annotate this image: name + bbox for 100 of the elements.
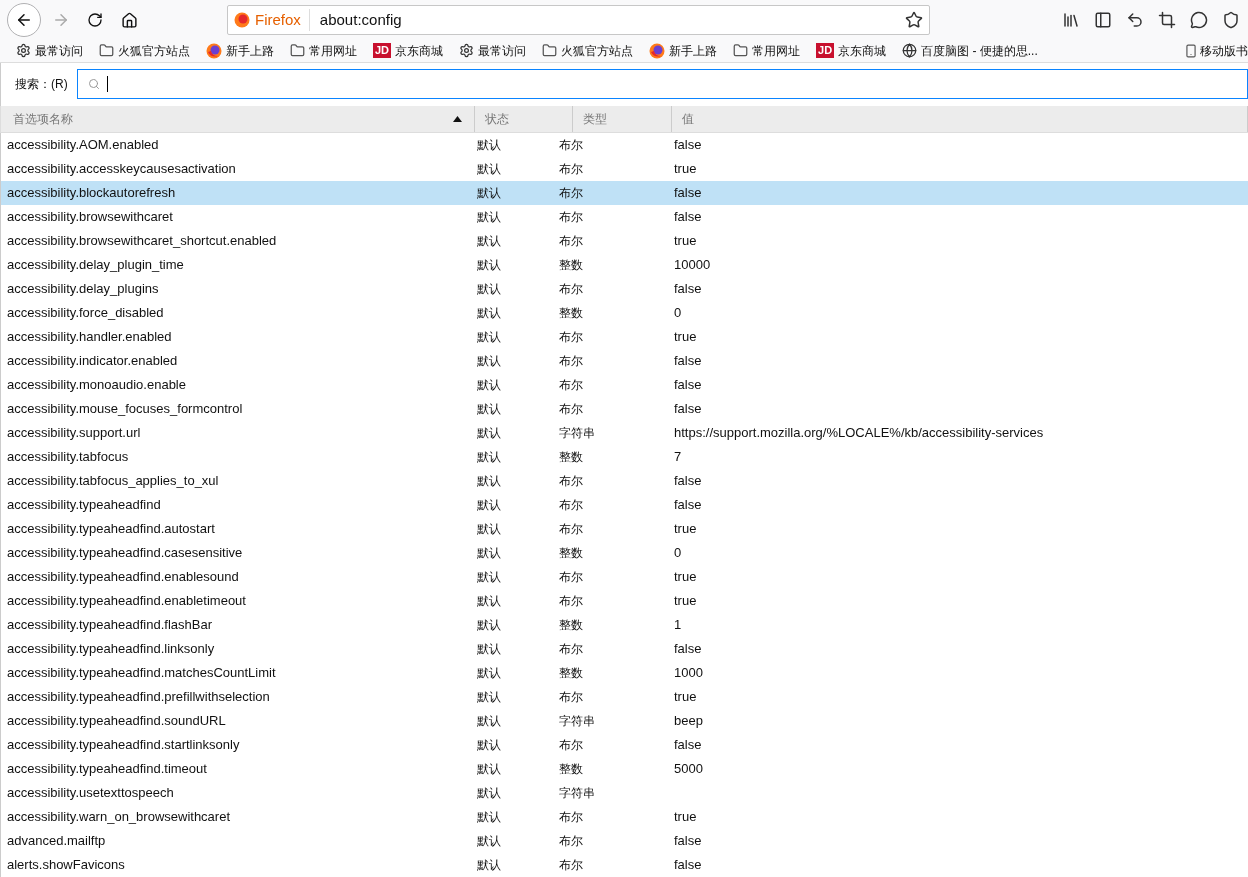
bookmark-item[interactable]: 常用网址 — [309, 41, 357, 60]
type-cell: 布尔 — [559, 474, 583, 488]
type-cell: 布尔 — [559, 354, 583, 368]
address-bar[interactable]: Firefox about:config — [227, 5, 930, 36]
back-button[interactable] — [7, 3, 41, 38]
value-cell: 1000 — [674, 665, 703, 681]
bookmark-item[interactable]: 最常访问 — [478, 41, 527, 60]
preference-name: accessibility.typeaheadfind.prefillwithselection — [7, 689, 270, 705]
status-cell: 默认 — [477, 666, 501, 680]
column-header[interactable]: 状态 — [475, 105, 573, 132]
preference-name: accessibility.typeaheadfind.linksonly — [7, 641, 215, 657]
bookmark-star-icon[interactable] — [905, 11, 923, 30]
value-cell: 1 — [674, 617, 682, 633]
home-icon — [120, 11, 138, 29]
type-cell: 整数 — [559, 306, 583, 320]
value-cell: true — [674, 329, 697, 345]
value-cell: true — [674, 593, 697, 609]
type-cell: 布尔 — [559, 282, 583, 296]
search-icon — [87, 78, 100, 91]
column-header[interactable]: 类型 — [573, 105, 672, 132]
status-cell: 默认 — [477, 330, 501, 344]
preference-name: accessibility.accesskeycausesactivation — [7, 161, 236, 177]
value-cell: 10000 — [674, 257, 711, 273]
bookmark-item[interactable]: 新手上路 — [226, 41, 274, 60]
bookmark-item[interactable]: 火狐官方站点 — [561, 41, 634, 60]
status-cell: 默认 — [477, 210, 501, 224]
value-cell: false — [674, 137, 702, 153]
status-cell: 默认 — [477, 834, 501, 848]
preference-name: accessibility.typeaheadfind.enabletimeout — [7, 593, 246, 609]
status-cell: 默认 — [477, 402, 501, 416]
status-cell: 默认 — [477, 138, 501, 152]
type-cell: 布尔 — [559, 690, 583, 704]
status-cell: 默认 — [477, 354, 501, 368]
shield-icon[interactable] — [1222, 11, 1240, 30]
bookmark-item[interactable]: 京东商城 — [395, 41, 444, 60]
bookmark-item[interactable]: 火狐官方站点 — [118, 41, 190, 60]
type-cell: 布尔 — [559, 234, 583, 248]
preference-name: accessibility.handler.enabled — [7, 329, 172, 345]
type-cell: 字符串 — [559, 786, 595, 800]
crop-icon[interactable] — [1158, 11, 1176, 30]
status-cell: 默认 — [477, 690, 501, 704]
status-cell: 默认 — [477, 618, 501, 632]
globe-icon — [902, 43, 918, 59]
value-cell: false — [674, 833, 702, 849]
undo-arrow-icon[interactable] — [1126, 11, 1144, 30]
phone-icon — [1184, 43, 1198, 58]
status-cell: 默认 — [477, 738, 501, 752]
status-cell: 默认 — [477, 594, 501, 608]
status-cell: 默认 — [477, 426, 501, 440]
bookmark-item[interactable]: 新手上路 — [669, 41, 718, 60]
type-cell: 布尔 — [559, 402, 583, 416]
preference-name: accessibility.typeaheadfind — [7, 497, 161, 513]
column-header[interactable]: 首选项名称 — [1, 105, 475, 132]
status-cell: 默认 — [477, 714, 501, 728]
status-cell: 默认 — [477, 786, 501, 800]
preference-name: accessibility.typeaheadfind.flashBar — [7, 617, 212, 633]
type-cell: 整数 — [559, 450, 583, 464]
preference-name: accessibility.support.url — [7, 425, 141, 441]
preference-name: accessibility.AOM.enabled — [7, 137, 159, 153]
status-cell: 默认 — [477, 858, 501, 872]
jd-logo: JD — [373, 43, 392, 59]
value-cell: 7 — [674, 449, 682, 465]
status-cell: 默认 — [477, 498, 501, 512]
mobile-bookmarks-item[interactable]: 移动版书 — [1200, 41, 1248, 60]
gear-icon — [459, 43, 475, 59]
status-cell: 默认 — [477, 810, 501, 824]
column-header[interactable]: 值 — [672, 105, 1248, 132]
reload-icon — [87, 12, 103, 29]
preference-name: accessibility.typeaheadfind.casesensitive — [7, 545, 243, 561]
preference-name: accessibility.typeaheadfind.enablesound — [7, 569, 239, 585]
status-cell: 默认 — [477, 258, 501, 272]
status-cell: 默认 — [477, 522, 501, 536]
type-cell: 整数 — [559, 762, 583, 776]
status-cell: 默认 — [477, 378, 501, 392]
type-cell: 布尔 — [559, 330, 583, 344]
preference-row[interactable]: accessibility.blockautorefresh 默认 布尔 false — [1, 181, 1248, 205]
value-cell: true — [674, 809, 697, 825]
search-field[interactable] — [76, 69, 1248, 100]
bookmark-item[interactable]: 京东商城 — [838, 41, 887, 60]
bookmark-item[interactable]: 最常访问 — [35, 41, 83, 60]
value-cell: beep — [674, 713, 703, 729]
preference-name: accessibility.monoaudio.enable — [7, 377, 186, 393]
url-text: about:config — [319, 9, 403, 30]
status-cell: 默认 — [477, 450, 501, 464]
value-cell: false — [674, 641, 702, 657]
value-cell: false — [674, 497, 702, 513]
type-cell: 整数 — [559, 666, 583, 680]
sidebar-icon[interactable] — [1094, 11, 1112, 30]
type-cell: 布尔 — [559, 810, 583, 824]
chat-bubble-icon[interactable] — [1190, 11, 1208, 30]
type-cell: 布尔 — [559, 522, 583, 536]
library-icon[interactable] — [1062, 11, 1080, 30]
type-cell: 布尔 — [559, 834, 583, 848]
search-label: 搜索：(R) — [15, 76, 68, 94]
bookmark-item[interactable]: 百度脑图 - 便捷的思... — [921, 41, 1038, 60]
status-cell: 默认 — [477, 234, 501, 248]
type-cell: 布尔 — [559, 738, 583, 752]
bookmark-item[interactable]: 常用网址 — [752, 41, 801, 60]
preference-name: alerts.showFavicons — [7, 857, 125, 873]
value-cell: false — [674, 473, 702, 489]
